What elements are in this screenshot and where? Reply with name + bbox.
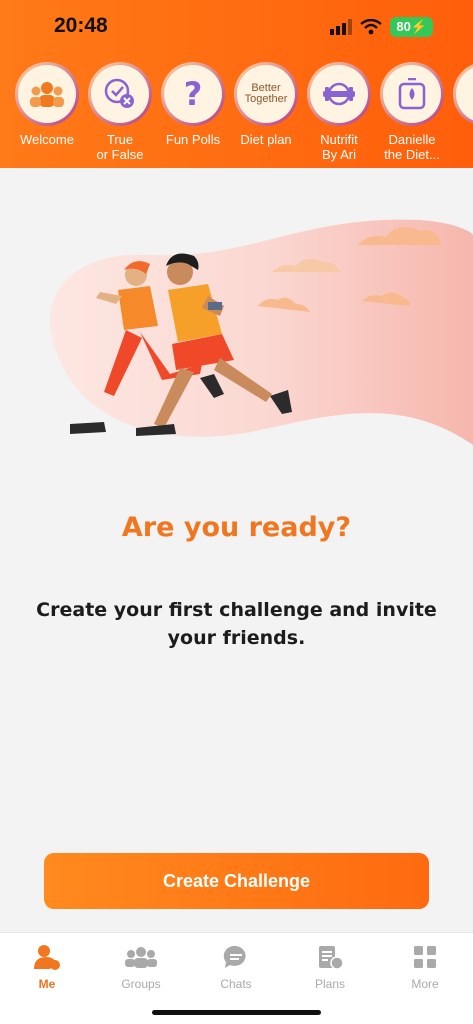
headline: Are you ready? — [121, 512, 352, 543]
status-time: 20:48 — [54, 14, 108, 37]
tab-label: Me — [38, 977, 56, 991]
story-true-or-false[interactable]: True or False — [80, 62, 160, 162]
tab-me[interactable]: Me — [0, 941, 94, 991]
story-label: Danielle the Diet... — [384, 132, 440, 162]
story-label: D — [445, 132, 473, 147]
fitness-icon — [323, 82, 355, 106]
story-ring: Better Together — [234, 62, 298, 126]
story-nutrifit[interactable]: Nutrifit By Ari — [299, 62, 379, 162]
person-icon — [34, 945, 60, 970]
story-danielle[interactable]: Danielle the Diet... — [372, 62, 452, 162]
create-challenge-button[interactable]: Create Challenge — [44, 853, 429, 909]
tab-label: Groups — [121, 977, 161, 991]
status-icons: 80⚡ — [330, 17, 433, 37]
home-indicator[interactable] — [152, 1010, 321, 1015]
better-together-logo: Better Together — [244, 82, 288, 105]
grid-icon — [414, 946, 436, 968]
story-ring: ? — [161, 62, 225, 126]
story-label: True or False — [96, 132, 144, 162]
tab-chats[interactable]: Chats — [189, 941, 283, 991]
tab-plans[interactable]: Plans — [283, 941, 377, 991]
stories-row[interactable]: Welcome True or False ? Fun Polls Better… — [0, 62, 473, 168]
chat-icon — [223, 945, 246, 968]
wifi-icon — [360, 19, 383, 35]
story-label: Diet plan — [240, 132, 292, 147]
tab-groups[interactable]: Groups — [94, 941, 188, 991]
subtitle: Create your first challenge and invite y… — [36, 599, 437, 649]
header: 20:48 80⚡ Welcome True or False ? Fun Po… — [0, 0, 473, 168]
story-ring — [453, 62, 473, 126]
battery-level: 80 — [396, 19, 411, 34]
story-fun-polls[interactable]: ? Fun Polls — [153, 62, 233, 147]
scale-icon — [398, 78, 426, 110]
story-label: Nutrifit By Ari — [320, 132, 358, 162]
team-icon — [30, 82, 64, 107]
tab-label: Chats — [220, 977, 252, 991]
true-false-icon — [104, 78, 134, 108]
story-diet-plan[interactable]: Better Together Diet plan — [226, 62, 306, 147]
story-welcome[interactable]: Welcome — [7, 62, 87, 147]
story-label: Fun Polls — [165, 132, 221, 147]
tab-label: Plans — [314, 977, 346, 991]
runners-illustration — [50, 219, 473, 445]
battery-indicator: 80⚡ — [390, 17, 433, 37]
story-ring — [15, 62, 79, 126]
question-icon: ? — [183, 75, 203, 113]
status-bar: 20:48 80⚡ — [0, 0, 473, 56]
story-partial[interactable]: D — [445, 62, 473, 147]
groups-icon — [125, 947, 157, 968]
tab-more[interactable]: More — [378, 941, 472, 991]
story-label: Welcome — [20, 132, 74, 147]
story-ring — [380, 62, 444, 126]
story-ring — [307, 62, 371, 126]
story-ring — [88, 62, 152, 126]
tab-label: More — [411, 977, 439, 991]
plans-icon — [319, 946, 343, 970]
cellular-signal-icon — [330, 19, 353, 35]
